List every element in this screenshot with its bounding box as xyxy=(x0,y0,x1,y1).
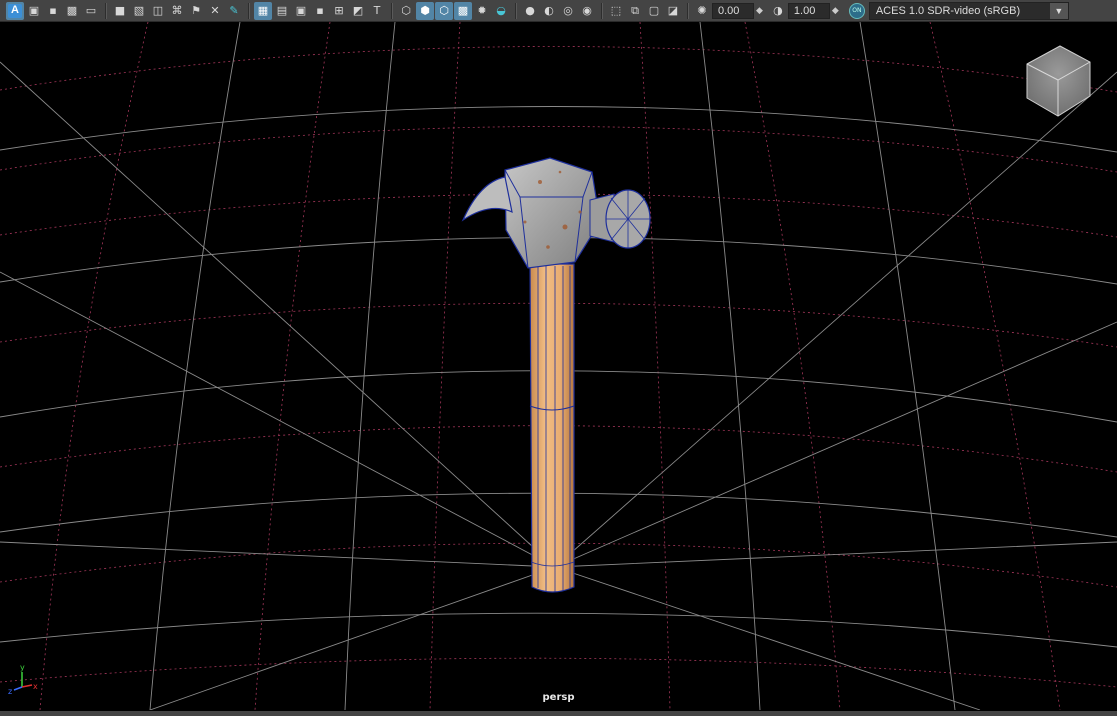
resolution-gate-icon: ▧ xyxy=(133,4,145,17)
xray-joints-button[interactable]: ▢ xyxy=(645,2,663,20)
grid-button[interactable]: ▦ xyxy=(254,1,272,20)
gamma-stepper-icon[interactable]: ◆ xyxy=(832,6,839,16)
field-chart-toggle-icon: ⊞ xyxy=(334,4,344,17)
grid-icon: ▦ xyxy=(257,4,269,17)
frame-selection-button[interactable]: ▣ xyxy=(25,2,43,20)
safe-action-toggle-button[interactable]: ◩ xyxy=(349,2,367,20)
gate-mask-button[interactable]: ▪ xyxy=(311,2,329,20)
exposure-stepper-icon[interactable]: ◆ xyxy=(756,6,763,16)
wireframe-on-shaded-button[interactable]: ⬡ xyxy=(435,1,453,20)
hammer-handle xyxy=(529,263,575,593)
pencil-button[interactable]: ✎ xyxy=(225,2,243,20)
pencil-icon: ✎ xyxy=(229,4,239,17)
xray-active-components-button[interactable]: ◪ xyxy=(664,2,682,20)
color-management-toggle[interactable]: ON xyxy=(848,2,865,19)
grease-pencil-icon: ▭ xyxy=(85,4,97,17)
gamma-input[interactable]: 1.00 xyxy=(787,2,830,19)
toolbar-separator xyxy=(105,2,107,19)
wireframe-button[interactable]: ⬡ xyxy=(397,2,415,20)
view-transform-label: ACES 1.0 SDR-video (sRGB) xyxy=(875,4,1021,17)
axis-y-label: y xyxy=(20,663,25,672)
camera-name-label: persp xyxy=(542,692,575,703)
perspective-viewport[interactable]: y x z xyxy=(0,22,1117,710)
use-all-lights-button[interactable]: ✹ xyxy=(473,2,491,20)
xray-components-icon: ◪ xyxy=(667,4,679,17)
safe-action-icon: ✕ xyxy=(210,4,220,17)
viewport-toolbar: A ▣ ▪ ▩ ▭ ■ ▧ ◫ ⌘ ⚑ ✕ ✎ ▦ ▤ ▣ ▪ ⊞ ◩ T ⬡ … xyxy=(0,0,1117,22)
image-plane-icon: ▪ xyxy=(49,4,57,17)
ambient-occlusion-icon: ● xyxy=(525,4,535,17)
bookmark-icon: ▣ xyxy=(28,4,40,17)
field-chart-button[interactable]: ⌘ xyxy=(168,2,186,20)
isolate-select-icon: ⬚ xyxy=(610,4,622,17)
safe-title-icon: T xyxy=(373,4,381,17)
camera-button[interactable]: ■ xyxy=(111,2,129,20)
view-cube[interactable] xyxy=(1026,45,1091,117)
depth-of-field-icon: ◉ xyxy=(582,4,592,17)
hammer-head xyxy=(461,157,651,269)
multisample-aa-button[interactable]: ◎ xyxy=(559,2,577,20)
toolbar-separator xyxy=(391,2,393,19)
xray-joints-icon: ▢ xyxy=(648,4,660,17)
safe-action-toggle-icon: ◩ xyxy=(352,4,364,17)
resolution-gate-toggle-icon: ▣ xyxy=(295,4,307,17)
screen-space-ao-button[interactable]: ● xyxy=(521,2,539,20)
film-gate-toggle-icon: ▤ xyxy=(276,4,288,17)
film-gate-button[interactable]: ◫ xyxy=(149,2,167,20)
resolution-gate-button[interactable]: ▧ xyxy=(130,2,148,20)
axis-x-label: x xyxy=(33,682,38,691)
lights-icon: ✹ xyxy=(477,4,487,17)
motion-blur-button[interactable]: ◐ xyxy=(540,2,558,20)
smooth-shade-button[interactable]: ⬢ xyxy=(416,1,434,20)
safe-title-button[interactable]: T xyxy=(368,2,386,20)
film-gate-icon: ◫ xyxy=(152,4,164,17)
pan-zoom-icon: ▩ xyxy=(66,4,78,17)
xray-icon: ⧉ xyxy=(631,4,639,17)
gamma-button[interactable]: ◑ xyxy=(769,2,787,20)
exposure-input[interactable]: 0.00 xyxy=(712,2,754,19)
shadows-button[interactable]: ◒ xyxy=(492,2,510,20)
resolution-gate-toggle-button[interactable]: ▣ xyxy=(292,2,310,20)
toolbar-separator xyxy=(601,2,603,19)
viewport-bottom-edge xyxy=(0,711,1117,716)
view-transform-dropdown[interactable]: ACES 1.0 SDR-video (sRGB) ▼ xyxy=(868,1,1069,20)
toolbar-separator xyxy=(687,2,689,19)
camera-attributes-icon: A xyxy=(8,3,22,18)
chevron-down-icon: ▼ xyxy=(1049,2,1068,19)
isolate-select-button[interactable]: ⬚ xyxy=(607,2,625,20)
field-chart-toggle-button[interactable]: ⊞ xyxy=(330,2,348,20)
shadows-icon: ◒ xyxy=(496,4,506,17)
textured-cube-icon: ▩ xyxy=(457,4,469,17)
gate-mask-icon: ▪ xyxy=(316,4,324,17)
shaded-cube-icon: ⬢ xyxy=(420,4,430,17)
grease-pencil-button[interactable]: ▭ xyxy=(82,2,100,20)
viewport-canvas: y x z xyxy=(0,22,1117,710)
exposure-button[interactable]: ✺ xyxy=(693,2,711,20)
camera-icon: ■ xyxy=(114,4,126,17)
image-plane-button[interactable]: ▪ xyxy=(44,2,62,20)
wireframe-cube-icon: ⬡ xyxy=(401,4,411,17)
safe-action-button[interactable]: ✕ xyxy=(206,2,224,20)
film-gate-toggle-button[interactable]: ▤ xyxy=(273,2,291,20)
2d-pan-zoom-button[interactable]: ▩ xyxy=(63,2,81,20)
flag-icon: ⚑ xyxy=(191,4,201,17)
toolbar-separator xyxy=(248,2,250,19)
select-camera-button[interactable]: A xyxy=(6,1,24,20)
exposure-icon: ✺ xyxy=(697,4,707,17)
field-chart-icon: ⌘ xyxy=(171,4,183,17)
xray-button[interactable]: ⧉ xyxy=(626,2,644,20)
motion-blur-icon: ◐ xyxy=(544,4,554,17)
textured-button[interactable]: ▩ xyxy=(454,1,472,20)
toolbar-separator xyxy=(515,2,517,19)
gamma-icon: ◑ xyxy=(773,4,783,17)
anti-aliasing-icon: ◎ xyxy=(563,4,573,17)
bookmark-button[interactable]: ⚑ xyxy=(187,2,205,20)
wireframe-on-shaded-icon: ⬡ xyxy=(439,4,449,17)
depth-of-field-button[interactable]: ◉ xyxy=(578,2,596,20)
